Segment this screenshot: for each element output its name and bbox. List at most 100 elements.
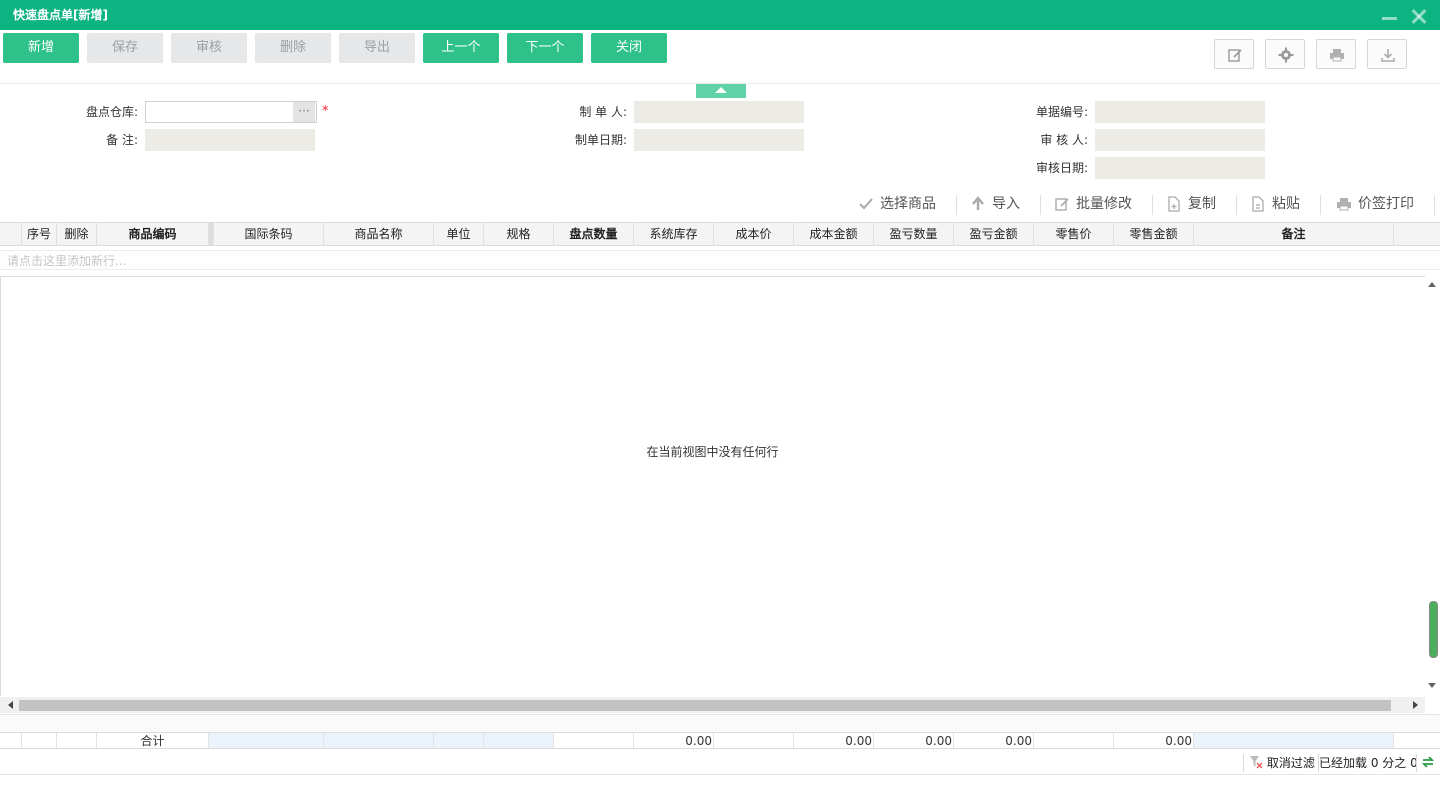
download-button[interactable] (1367, 39, 1407, 69)
tool-separator (1040, 195, 1041, 215)
print-button[interactable] (1316, 39, 1356, 69)
auditor-field (1095, 129, 1265, 151)
grid-header: 序号 删除 商品编码 国际条码 商品名称 单位 规格 盘点数量 系统库存 成本价… (0, 222, 1440, 246)
settings-button[interactable] (1265, 39, 1305, 69)
warehouse-picker-button[interactable]: ··· (293, 102, 315, 122)
window-title-bar: 快速盘点单[新增] (0, 0, 1440, 30)
summary-cell (714, 733, 794, 748)
scroll-left-arrow-icon[interactable] (8, 701, 13, 709)
tool-separator (1434, 195, 1435, 215)
delete-button[interactable]: 删除 (255, 33, 331, 63)
status-separator (1416, 754, 1417, 772)
tool-separator (956, 195, 957, 215)
filter-clear-icon (1250, 756, 1263, 769)
auditor-label: 审 核 人: (1040, 133, 1088, 147)
print-icon (1337, 198, 1351, 211)
window-title: 快速盘点单[新增] (13, 8, 108, 22)
remark-label: 备 注: (106, 133, 138, 147)
status-separator (1243, 754, 1244, 772)
check-icon (859, 198, 873, 210)
save-button[interactable]: 保存 (87, 33, 163, 63)
column-header-pl-amount[interactable]: 盈亏金额 (954, 223, 1034, 245)
summary-label: 合计 (97, 733, 209, 748)
summary-cell (57, 733, 97, 748)
summary-row: 合计 0.00 0.00 0.00 0.00 0.00 (0, 732, 1440, 749)
close-icon[interactable] (1410, 8, 1426, 24)
gear-icon (1278, 47, 1294, 63)
audit-date-label: 审核日期: (1035, 161, 1088, 175)
collapse-toggle[interactable] (696, 84, 746, 98)
column-header-delete[interactable]: 删除 (57, 223, 97, 245)
export-button[interactable]: 导出 (339, 33, 415, 63)
bottom-divider (0, 774, 1440, 775)
refresh-icon (1421, 756, 1435, 768)
grid-body (0, 276, 1425, 696)
summary-pl-amount: 0.00 (954, 733, 1034, 748)
summary-cell (1034, 733, 1114, 748)
scroll-right-arrow-icon[interactable] (1413, 701, 1418, 709)
column-header-barcode[interactable]: 国际条码 (214, 223, 324, 245)
summary-cell (324, 733, 434, 748)
vertical-scroll-thumb[interactable] (1429, 601, 1438, 658)
edit-icon (1055, 198, 1069, 211)
summary-cell (22, 733, 57, 748)
copy-icon (1168, 196, 1180, 212)
cancel-filter-button[interactable]: 取消过滤 (1249, 752, 1315, 774)
column-header-indicator (0, 223, 22, 245)
column-header-retail-price[interactable]: 零售价 (1034, 223, 1114, 245)
creator-label: 制 单 人: (579, 105, 627, 119)
remark-input[interactable] (145, 129, 315, 151)
next-button[interactable]: 下一个 (507, 33, 583, 63)
summary-retail-amount: 0.00 (1114, 733, 1194, 748)
summary-cell (554, 733, 634, 748)
summary-cell (1194, 733, 1394, 748)
upload-icon (972, 196, 984, 210)
minimize-icon[interactable] (1381, 8, 1397, 24)
summary-cell (434, 733, 484, 748)
audit-date-field (1095, 157, 1265, 179)
summary-pl-qty: 0.00 (874, 733, 954, 748)
print-icon (1330, 49, 1344, 62)
audit-button[interactable]: 审核 (171, 33, 247, 63)
column-header-pl-qty[interactable]: 盈亏数量 (874, 223, 954, 245)
tool-separator (1152, 195, 1153, 215)
creator-field (634, 101, 804, 123)
horizontal-scroll-thumb[interactable] (19, 700, 1391, 711)
required-mark: * (322, 104, 329, 119)
column-header-retail-amount[interactable]: 零售金额 (1114, 223, 1194, 245)
download-icon (1381, 49, 1395, 62)
add-new-row[interactable]: 请点击这里添加新行... (0, 250, 1440, 270)
column-header-seq[interactable]: 序号 (22, 223, 57, 245)
create-date-label: 制单日期: (574, 133, 627, 147)
column-header-remark[interactable]: 备注 (1194, 223, 1394, 245)
empty-message: 在当前视图中没有任何行 (646, 445, 779, 459)
column-header-cost-price[interactable]: 成本价 (714, 223, 794, 245)
summary-cell (484, 733, 554, 748)
scroll-up-arrow-icon[interactable] (1428, 282, 1436, 287)
prev-button[interactable]: 上一个 (423, 33, 499, 63)
edit-button[interactable] (1214, 39, 1254, 69)
column-header-unit[interactable]: 单位 (434, 223, 484, 245)
paste-icon (1252, 196, 1264, 212)
create-date-field (634, 129, 804, 151)
column-header-code[interactable]: 商品编码 (97, 223, 209, 245)
warehouse-label: 盘点仓库: (85, 105, 138, 119)
column-header-cost-amount[interactable]: 成本金额 (794, 223, 874, 245)
bill-no-field (1095, 101, 1265, 123)
column-header-sys-stock[interactable]: 系统库存 (634, 223, 714, 245)
column-header-name[interactable]: 商品名称 (324, 223, 434, 245)
column-header-spec[interactable]: 规格 (484, 223, 554, 245)
column-header-count-qty[interactable]: 盘点数量 (554, 223, 634, 245)
summary-cost-amount: 0.00 (794, 733, 874, 748)
warehouse-input[interactable] (145, 101, 317, 123)
scroll-down-arrow-icon[interactable] (1428, 683, 1436, 688)
refresh-button[interactable] (1421, 752, 1435, 774)
close-button[interactable]: 关闭 (591, 33, 667, 63)
new-button[interactable]: 新增 (3, 33, 79, 63)
summary-count-qty: 0.00 (634, 733, 714, 748)
summary-cell (209, 733, 324, 748)
summary-cell (0, 733, 22, 748)
tool-separator (1320, 195, 1321, 215)
summary-spacer (0, 714, 1440, 732)
status-bar: 取消过滤 已经加载 0 分之 0 (1240, 752, 1440, 774)
